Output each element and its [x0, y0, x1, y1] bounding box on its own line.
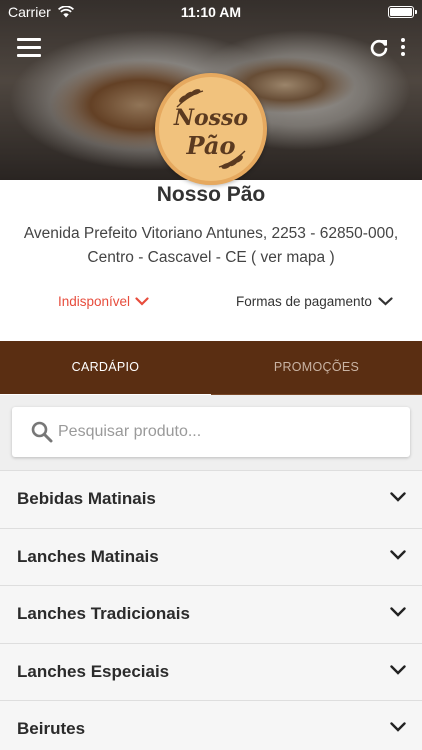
category-item[interactable]: Beirutes [0, 700, 422, 750]
chevron-down-icon [390, 607, 406, 617]
payment-methods-dropdown[interactable]: Formas de pagamento [236, 294, 393, 309]
view-map-link[interactable]: ver mapa [261, 249, 326, 266]
payment-methods-label: Formas de pagamento [236, 294, 372, 309]
address-line-2: Centro - Cascavel - CE ( ver mapa ) [0, 246, 422, 270]
store-logo: Nosso Pão [155, 73, 267, 185]
logo-text-line2: Pão [186, 131, 236, 160]
status-bar: Carrier 11:10 AM [0, 0, 422, 24]
search-input[interactable] [58, 407, 398, 457]
category-label: Lanches Especiais [17, 661, 170, 681]
tab-promocoes[interactable]: PROMOÇÕES [211, 341, 422, 397]
category-list: Bebidas Matinais Lanches Matinais Lanche… [0, 470, 422, 750]
chevron-down-icon [390, 664, 406, 675]
search-section [0, 395, 422, 470]
category-item[interactable]: Lanches Matinais [0, 527, 422, 585]
store-address: Avenida Prefeito Vitoriano Antunes, 2253… [0, 222, 422, 270]
address-line-1: Avenida Prefeito Vitoriano Antunes, 2253… [23, 225, 399, 242]
category-item[interactable]: Lanches Tradicionais [0, 585, 422, 643]
store-name: Nosso Pão [156, 183, 266, 206]
category-label: Lanches Tradicionais [17, 604, 190, 623]
more-vertical-icon[interactable] [398, 38, 408, 58]
refresh-icon[interactable] [368, 37, 390, 59]
availability-dropdown[interactable]: Indisponível [58, 294, 149, 309]
chevron-down-icon [135, 297, 149, 306]
tab-cardapio[interactable]: CARDÁPIO [0, 341, 211, 397]
category-label: Bebidas Matinais [17, 489, 156, 508]
search-bar[interactable] [12, 407, 410, 457]
menu-icon [17, 38, 41, 41]
category-label: Lanches Matinais [17, 546, 159, 566]
chevron-down-icon [390, 722, 406, 732]
search-icon [31, 421, 53, 443]
chevron-down-icon [390, 492, 406, 502]
battery-icon [388, 6, 417, 18]
tab-bar: CARDÁPIO PROMOÇÕES [0, 341, 422, 397]
status-time: 11:10 AM [180, 4, 242, 20]
chevron-down-icon [378, 297, 393, 306]
address-end: ) [325, 249, 335, 266]
chevron-down-icon [390, 549, 406, 560]
menu-button[interactable] [17, 38, 41, 58]
logo-text-line1: Nosso [173, 105, 249, 131]
category-item[interactable]: Lanches Especiais [0, 642, 422, 700]
category-item[interactable]: Bebidas Matinais [0, 470, 422, 528]
category-label: Beirutes [17, 719, 86, 738]
address-city: Centro - Cascavel - CE ( [87, 249, 261, 266]
availability-label: Indisponível [58, 294, 131, 309]
